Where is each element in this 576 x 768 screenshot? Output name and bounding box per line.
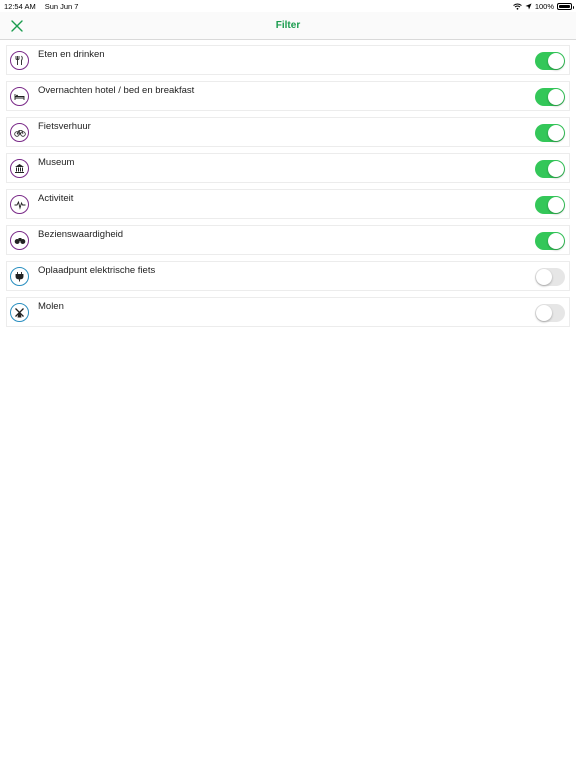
location-arrow-icon <box>525 3 532 10</box>
filter-label: Molen <box>38 301 64 312</box>
filter-row-fietsverhuur: Fietsverhuur <box>6 117 570 147</box>
toggle-knob <box>548 53 564 69</box>
toggle-knob <box>536 269 552 285</box>
windmill-icon <box>10 303 29 322</box>
wifi-icon <box>513 3 522 10</box>
filter-list: Eten en drinken Overnachten hotel / bed … <box>6 45 570 333</box>
toggle-switch[interactable] <box>535 196 565 214</box>
toggle-switch[interactable] <box>535 160 565 178</box>
toggle-switch[interactable] <box>535 124 565 142</box>
filter-label: Fietsverhuur <box>38 121 91 132</box>
status-time: 12:54 AM <box>4 2 36 11</box>
bicycle-icon <box>10 123 29 142</box>
filter-label: Bezienswaardigheid <box>38 229 124 240</box>
filter-row-bezienswaardigheid: Bezienswaardigheid <box>6 225 570 255</box>
binoculars-icon <box>10 231 29 250</box>
filter-row-activiteit: Activiteit <box>6 189 570 219</box>
toggle-switch[interactable] <box>535 52 565 70</box>
status-bar: 12:54 AM Sun Jun 7 100% <box>0 0 576 12</box>
filter-label: Eten en drinken <box>38 49 105 60</box>
battery-percentage: 100% <box>534 2 554 11</box>
status-date: Sun Jun 7 <box>44 2 79 11</box>
activity-pulse-icon <box>10 195 29 214</box>
filter-row-eten-en-drinken: Eten en drinken <box>6 45 570 75</box>
charging-plug-icon <box>10 267 29 286</box>
page-title: Filter <box>275 20 301 31</box>
toggle-switch[interactable] <box>535 88 565 106</box>
filter-label: Museum <box>38 157 75 168</box>
filter-row-overnachten: Overnachten hotel / bed en breakfast <box>6 81 570 111</box>
toggle-knob <box>548 197 564 213</box>
toggle-switch[interactable] <box>535 304 565 322</box>
filter-label: Activiteit <box>38 193 74 204</box>
battery-icon <box>557 3 574 10</box>
toggle-switch[interactable] <box>535 232 565 250</box>
filter-label: Overnachten hotel / bed en breakfast <box>38 85 195 96</box>
filter-row-molen: Molen <box>6 297 570 327</box>
museum-icon <box>10 159 29 178</box>
navigation-bar: Filter <box>0 12 576 40</box>
toggle-knob <box>548 89 564 105</box>
toggle-knob <box>536 305 552 321</box>
filter-label: Oplaadpunt elektrische fiets <box>38 265 156 276</box>
filter-row-oplaadpunt: Oplaadpunt elektrische fiets <box>6 261 570 291</box>
bed-icon <box>10 87 29 106</box>
toggle-switch[interactable] <box>535 268 565 286</box>
fork-knife-icon <box>10 51 29 70</box>
toggle-knob <box>548 125 564 141</box>
toggle-knob <box>548 161 564 177</box>
toggle-knob <box>548 233 564 249</box>
filter-row-museum: Museum <box>6 153 570 183</box>
